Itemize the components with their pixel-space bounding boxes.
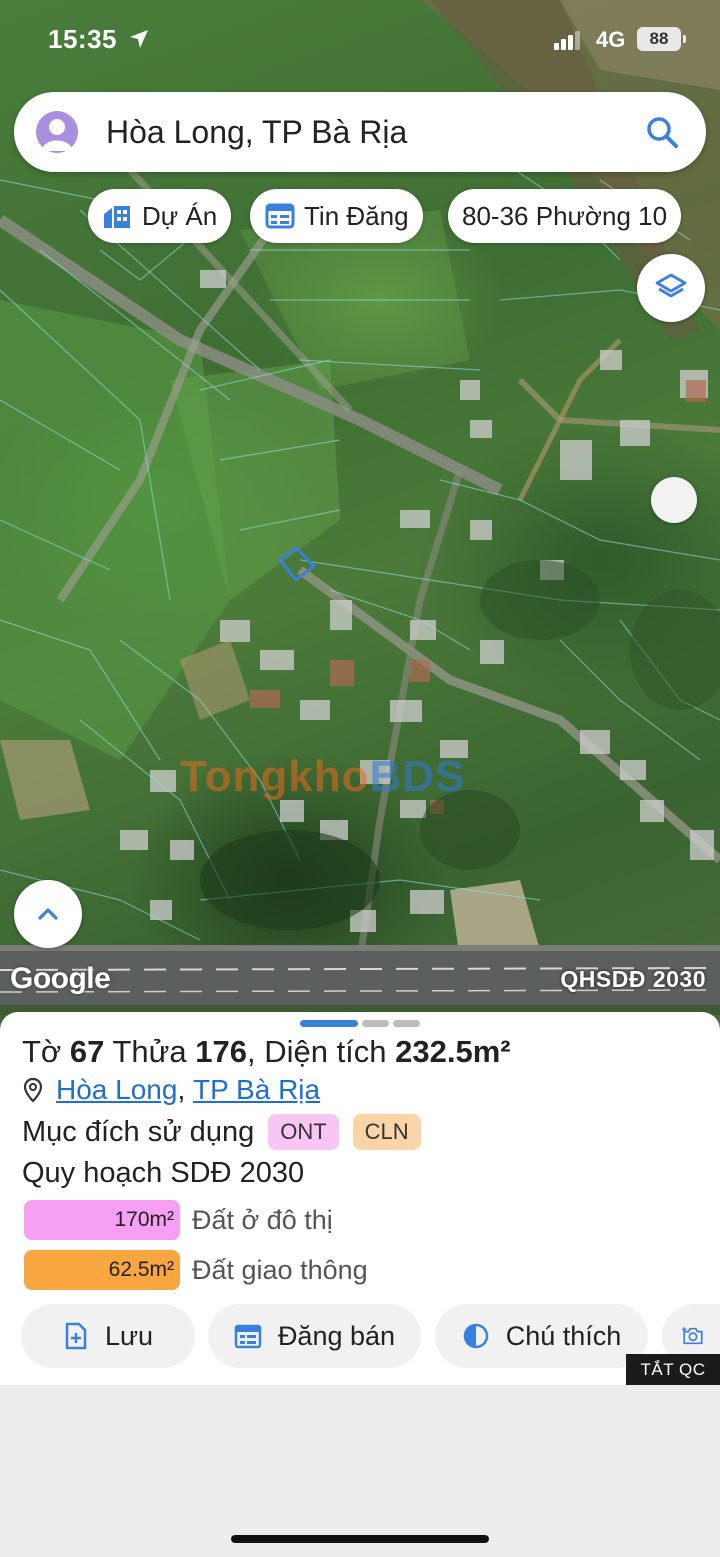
zone-row: 62.5m² Đất giao thông	[24, 1250, 368, 1290]
save-button-label: Lưu	[104, 1320, 154, 1351]
zone-label: Đất giao thông	[192, 1254, 368, 1285]
contrast-icon	[463, 1323, 488, 1349]
chip-tin-dang-label: Tin Đăng	[304, 200, 409, 231]
layers-button[interactable]	[637, 254, 705, 322]
sheet-page-indicator-active[interactable]	[300, 1020, 358, 1027]
chip-tin-dang[interactable]: Tin Đăng	[250, 189, 423, 243]
save-button[interactable]: Lưu	[21, 1304, 195, 1368]
zone-area-bar: 170m²	[24, 1200, 180, 1240]
sheet-page-indicator[interactable]	[393, 1020, 420, 1027]
expand-up-button[interactable]	[14, 880, 82, 948]
purpose-label: Mục đích sử dụng	[22, 1115, 255, 1148]
status-time: 15:35	[48, 24, 117, 54]
home-indicator[interactable]	[231, 1535, 489, 1543]
google-logo: Google	[10, 962, 111, 995]
network-type: 4G	[596, 27, 626, 52]
layers-icon	[655, 273, 687, 298]
land-use-tag-ont[interactable]: ONT	[268, 1114, 339, 1150]
satellite-map[interactable]: 15:35 4G 88 Hòa Long, TP Bà Rịa Dự Án Ti…	[0, 0, 720, 1030]
search-bar[interactable]: Hòa Long, TP Bà Rịa	[14, 92, 706, 172]
user-avatar-icon	[41, 119, 73, 151]
battery-icon: 88	[637, 27, 686, 51]
parcel-address: Hòa Long, TP Bà Rịa	[22, 1074, 320, 1106]
land-use-tag-cln[interactable]: CLN	[352, 1114, 421, 1150]
sheet-page-indicator[interactable]	[362, 1020, 389, 1027]
zone-row: 170m² Đất ở đô thị	[24, 1200, 333, 1240]
post-sale-button[interactable]: Đăng bán	[208, 1304, 421, 1368]
watermark-logo: TongkhoBDS	[180, 752, 466, 801]
chip-address[interactable]: 80-36 Phường 10	[448, 189, 682, 243]
avatar[interactable]	[36, 111, 78, 153]
location-dot-button[interactable]	[651, 477, 697, 523]
legend-button-label: Chú thích	[505, 1320, 622, 1351]
plan-layer-label: QHSDĐ 2030	[560, 966, 706, 992]
search-query[interactable]: Hòa Long, TP Bà Rịa	[106, 114, 407, 151]
post-sale-button-label: Đăng bán	[277, 1320, 396, 1351]
hide-ads-button[interactable]: TẮT QC	[626, 1354, 720, 1385]
cellular-signal-icon	[554, 31, 580, 50]
location-arrow-icon	[130, 30, 148, 48]
chevron-up-icon	[38, 908, 58, 920]
parcel-info-sheet[interactable]: Tờ 67 Thửa 176, Diện tích 232.5m² Hòa Lo…	[0, 1012, 720, 1385]
location-pin-icon	[23, 1077, 43, 1103]
zone-label: Đất ở đô thị	[192, 1204, 333, 1235]
chip-address-label: 80-36 Phường 10	[462, 200, 668, 231]
listing-icon	[265, 203, 295, 229]
save-doc-icon	[65, 1322, 87, 1350]
chip-du-an-label: Dự Án	[142, 200, 218, 231]
ward-link[interactable]: Hòa Long	[56, 1074, 177, 1106]
legend-button[interactable]: Chú thích	[435, 1304, 648, 1368]
calendar-icon	[234, 1324, 262, 1349]
status-bar: 15:35 4G 88	[0, 0, 720, 80]
search-icon[interactable]	[644, 114, 680, 150]
parcel-title: Tờ 67 Thửa 176, Diện tích 232.5m²	[22, 1034, 511, 1069]
zone-area-bar: 62.5m²	[24, 1250, 180, 1290]
camera-icon	[682, 1327, 703, 1345]
plan-title: Quy hoạch SDĐ 2030	[22, 1157, 305, 1189]
chip-du-an[interactable]: Dự Án	[88, 189, 232, 243]
city-link[interactable]: TP Bà Rịa	[193, 1074, 320, 1106]
building-icon	[104, 206, 130, 228]
land-use-purpose: Mục đích sử dụng ONT CLN	[22, 1114, 421, 1150]
